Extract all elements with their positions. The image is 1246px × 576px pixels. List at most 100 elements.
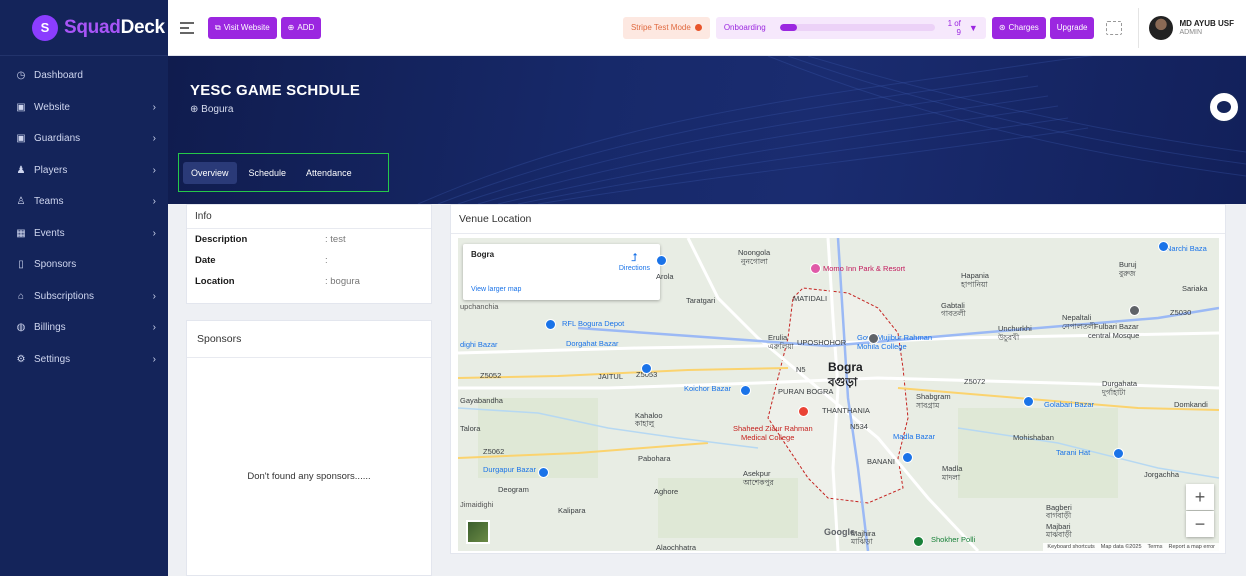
map-label: Medical College bbox=[741, 433, 795, 442]
map-label: Z5072 bbox=[964, 377, 986, 386]
sidebar-item-teams[interactable]: ♙ Teams › bbox=[0, 186, 168, 218]
map-label: Nepaltali bbox=[1062, 313, 1092, 322]
map-pin-icon[interactable] bbox=[545, 319, 556, 330]
map-label: Noongola bbox=[738, 248, 771, 257]
zoom-in-button[interactable]: + bbox=[1186, 484, 1214, 510]
map-label: হাপানিয়া bbox=[961, 280, 988, 289]
map-pin-icon[interactable] bbox=[1129, 305, 1140, 316]
info-value: : test bbox=[325, 234, 346, 245]
info-key: Location bbox=[195, 276, 235, 287]
tab-schedule[interactable]: Schedule bbox=[241, 162, 295, 184]
sidebar-item-guardians[interactable]: ▣ Guardians › bbox=[0, 123, 168, 155]
map-label: দুর্গাহাটা bbox=[1102, 388, 1126, 397]
sponsors-heading: Sponsors bbox=[187, 321, 431, 358]
event-tabs: Overview Schedule Attendance bbox=[178, 153, 389, 192]
sidebar-item-website[interactable]: ▣ Website › bbox=[0, 92, 168, 124]
map-label: UPOSHOHOR bbox=[797, 338, 847, 347]
map-label: Narchi Baza bbox=[1166, 244, 1207, 253]
sidebar-item-sponsors[interactable]: ▯ Sponsors bbox=[0, 249, 168, 281]
map-pin-icon[interactable] bbox=[656, 255, 667, 266]
sidebar-item-events[interactable]: ▦ Events › bbox=[0, 218, 168, 250]
add-button[interactable]: ⊕ ADD bbox=[280, 16, 322, 39]
map-label: Alaochhatra bbox=[656, 543, 697, 551]
map-pin-icon[interactable] bbox=[1158, 241, 1169, 252]
avatar bbox=[1149, 15, 1174, 40]
top-bar: ⧉ Visit Website ⊕ ADD Stripe Test Mode Onb… bbox=[168, 0, 1246, 56]
map-label: Talora bbox=[460, 424, 481, 433]
map-label: Erulia bbox=[768, 333, 788, 342]
info-card: Info Description: test Date: Location: bog… bbox=[186, 204, 432, 304]
map-label: Bogra bbox=[828, 360, 863, 374]
map-label: MATIDALI bbox=[793, 294, 828, 303]
brand-name: SquadDeck bbox=[64, 16, 165, 38]
map-label: Sariaka bbox=[1182, 284, 1208, 293]
map-label: Z5052 bbox=[480, 371, 502, 380]
map-pin-icon[interactable] bbox=[913, 536, 924, 547]
map-footer-link[interactable]: Report a map error bbox=[1169, 544, 1215, 550]
brand-logo[interactable]: S SquadDeck bbox=[0, 0, 168, 56]
external-link-icon: ⧉ bbox=[215, 22, 221, 32]
chevron-right-icon: › bbox=[152, 322, 156, 334]
chevron-right-icon: › bbox=[152, 196, 156, 208]
map-pin-icon[interactable] bbox=[740, 385, 751, 396]
sidebar-item-label: Subscriptions bbox=[34, 290, 95, 302]
satellite-toggle[interactable] bbox=[466, 520, 490, 544]
sidebar: S SquadDeck ◷ Dashboard ▣ Website › ▣ Guardian… bbox=[0, 0, 168, 576]
map-pin-icon[interactable] bbox=[868, 333, 879, 344]
map-label: Shaheed Ziaur Rahman bbox=[733, 424, 813, 433]
onboarding-progress[interactable]: Onboarding 1 of 9 ▼ bbox=[715, 16, 986, 39]
sponsors-icon: ▯ bbox=[18, 259, 24, 271]
events-icon: ▦ bbox=[16, 227, 26, 239]
map-pin-icon[interactable] bbox=[1113, 448, 1124, 459]
google-logo: Google bbox=[824, 527, 855, 537]
onboarding-progress-bar bbox=[779, 24, 935, 31]
map-label: মাঝিড়া bbox=[851, 537, 873, 546]
menu-toggle-icon[interactable] bbox=[180, 21, 194, 34]
venue-map[interactable]: Bogra ⮥ Directions View larger map Noongo… bbox=[458, 238, 1219, 551]
map-footer-link[interactable]: Map data ©2025 bbox=[1101, 544, 1142, 550]
sidebar-item-players[interactable]: ♟ Players › bbox=[0, 155, 168, 187]
subscriptions-icon: ⌂ bbox=[17, 290, 25, 302]
settings-icon: ⚙ bbox=[16, 353, 26, 365]
sidebar-item-label: Billings bbox=[34, 322, 66, 334]
upgrade-button[interactable]: Upgrade bbox=[1049, 16, 1095, 39]
map-label: Aghore bbox=[654, 487, 679, 496]
sidebar-item-label: Settings bbox=[34, 353, 71, 365]
map-label: Z5062 bbox=[483, 447, 505, 456]
map-footer-link[interactable]: Keyboard shortcuts bbox=[1047, 544, 1094, 550]
map-footer-link[interactable]: Terms bbox=[1148, 544, 1163, 550]
place-info-card: Bogra ⮥ Directions View larger map bbox=[463, 244, 660, 300]
info-row-location: Location: bogura bbox=[187, 271, 431, 292]
sidebar-item-label: Dashboard bbox=[34, 70, 83, 82]
view-larger-map-link[interactable]: View larger map bbox=[471, 286, 521, 293]
map-pin-icon[interactable] bbox=[1023, 396, 1034, 407]
sidebar-item-billings[interactable]: ◍ Billings › bbox=[0, 312, 168, 344]
sidebar-item-settings[interactable]: ⚙ Settings › bbox=[0, 344, 168, 376]
map-label: dighi Bazar bbox=[460, 340, 498, 349]
venue-card: Venue Location Bogra ⮥ Directions View l… bbox=[450, 204, 1226, 554]
map-label: এরুলিয়া bbox=[768, 342, 794, 351]
info-key: Description bbox=[195, 234, 248, 245]
map-footer: Keyboard shortcuts Map data ©2025 Terms Rep… bbox=[1043, 543, 1219, 551]
charges-button[interactable]: ⊛ Charges bbox=[991, 16, 1046, 39]
map-pin-icon[interactable] bbox=[538, 467, 549, 478]
fullscreen-icon[interactable] bbox=[1106, 20, 1123, 35]
tab-overview[interactable]: Overview bbox=[183, 161, 237, 184]
sidebar-item-label: Players bbox=[34, 164, 68, 176]
map-pin-icon[interactable] bbox=[810, 263, 821, 274]
sidebar-item-label: Events bbox=[34, 227, 65, 239]
visit-website-button[interactable]: ⧉ Visit Website bbox=[208, 16, 277, 39]
stripe-test-mode-badge[interactable]: Stripe Test Mode bbox=[622, 16, 710, 39]
directions-button[interactable]: ⮥ Directions bbox=[619, 252, 650, 272]
zoom-out-button[interactable]: − bbox=[1186, 511, 1214, 537]
chevron-right-icon: › bbox=[152, 101, 156, 113]
map-pin-icon[interactable] bbox=[902, 452, 913, 463]
user-menu[interactable]: MD AYUB USF ADMIN bbox=[1138, 7, 1234, 48]
sidebar-item-subscriptions[interactable]: ⌂ Subscriptions › bbox=[0, 281, 168, 313]
tab-attendance[interactable]: Attendance bbox=[298, 162, 360, 184]
sidebar-item-dashboard[interactable]: ◷ Dashboard bbox=[0, 60, 168, 92]
map-pin-icon[interactable] bbox=[798, 406, 809, 417]
map-pin-icon[interactable] bbox=[641, 363, 652, 374]
sponsors-card: Sponsors Don't found any sponsors...... bbox=[186, 320, 432, 576]
chat-button[interactable] bbox=[1208, 91, 1240, 123]
